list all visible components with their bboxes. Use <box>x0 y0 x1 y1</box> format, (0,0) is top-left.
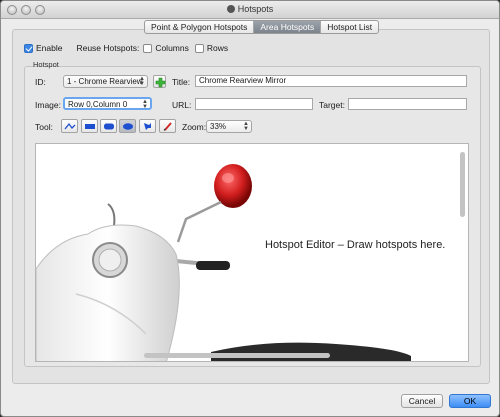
id-select[interactable]: 1 - Chrome Rearview ▲ ▼ <box>63 75 148 88</box>
enable-checkbox[interactable] <box>24 43 33 53</box>
handlebar-grip <box>196 261 230 270</box>
pen-tool-button[interactable] <box>159 119 176 133</box>
image-label: Image: <box>35 100 61 110</box>
id-label: ID: <box>35 77 46 87</box>
polyline-tool-button[interactable] <box>61 119 78 133</box>
target-label: Target: <box>319 100 345 110</box>
freeform-tool-button[interactable] <box>139 119 156 133</box>
image-select-value: Row 0,Column 0 <box>68 100 128 109</box>
hotspot-editor-canvas[interactable]: Hotspot Editor – Draw hotspots here. <box>35 143 469 362</box>
id-select-value: 1 - Chrome Rearview <box>67 77 143 86</box>
updown-arrows-icon: ▲ ▼ <box>243 121 249 132</box>
url-label: URL: <box>172 100 192 110</box>
rectangle-tool-button[interactable] <box>81 119 98 133</box>
title-field[interactable]: Chrome Rearview Mirror <box>195 75 467 87</box>
rounded-rectangle-tool-icon <box>104 123 114 130</box>
window-title: Hotspots <box>1 4 499 14</box>
freeform-tool-icon <box>144 123 151 130</box>
columns-checkbox[interactable] <box>143 43 153 53</box>
enable-label: Enable <box>36 43 63 53</box>
zoom-select[interactable]: 33% ▲ ▼ <box>206 120 252 133</box>
rounded-rectangle-tool-button[interactable] <box>100 119 117 133</box>
vertical-scrollbar[interactable] <box>460 152 465 217</box>
ellipse-tool-button[interactable] <box>119 119 136 133</box>
tab-area-hotspots[interactable]: Area Hotspots <box>254 21 322 33</box>
editor-hint: Hotspot Editor – Draw hotspots here. <box>265 239 446 251</box>
reuse-hotspots-label: Reuse Hotspots: <box>76 43 140 53</box>
title-label: Title: <box>172 77 191 87</box>
hotspot-section-label: Hotspot <box>33 60 59 69</box>
scooter-image <box>36 164 411 361</box>
updown-arrows-icon: ▲ ▼ <box>142 99 148 110</box>
plus-icon <box>155 77 166 88</box>
horizontal-scrollbar[interactable] <box>144 353 330 358</box>
mirror-stem <box>176 200 222 243</box>
target-field[interactable] <box>348 98 467 110</box>
tab-bar: Point & Polygon Hotspots Area Hotspots H… <box>144 20 380 34</box>
hotspots-window: Hotspots Point & Polygon Hotspots Area H… <box>0 0 500 417</box>
rows-label: Rows <box>206 43 229 53</box>
add-hotspot-button[interactable] <box>153 75 166 88</box>
title-bar: Hotspots <box>1 1 499 19</box>
polyline-tool-icon <box>64 122 76 130</box>
pen-tool-icon <box>163 122 172 131</box>
mirror-highlight <box>222 173 234 183</box>
zoom-label: Zoom: <box>182 122 207 132</box>
zoom-select-value: 33% <box>210 122 227 131</box>
app-icon <box>226 5 235 13</box>
options-row: Enable Reuse Hotspots: Columns Rows <box>24 43 228 53</box>
tool-label: Tool: <box>35 122 53 132</box>
rows-checkbox[interactable] <box>194 43 204 53</box>
tab-hotspot-list[interactable]: Hotspot List <box>321 21 378 33</box>
ellipse-tool-icon <box>123 123 133 130</box>
url-field[interactable] <box>195 98 313 110</box>
rectangle-tool-icon <box>85 124 95 129</box>
ok-button[interactable]: OK <box>449 394 491 408</box>
tab-point-polygon-hotspots[interactable]: Point & Polygon Hotspots <box>145 21 255 33</box>
headlight-lens <box>98 248 122 272</box>
front-tip <box>107 203 116 227</box>
image-select[interactable]: Row 0,Column 0 ▲ ▼ <box>63 97 152 110</box>
cancel-button[interactable]: Cancel <box>401 394 443 408</box>
updown-arrows-icon: ▲ ▼ <box>139 76 145 87</box>
columns-label: Columns <box>155 43 189 53</box>
